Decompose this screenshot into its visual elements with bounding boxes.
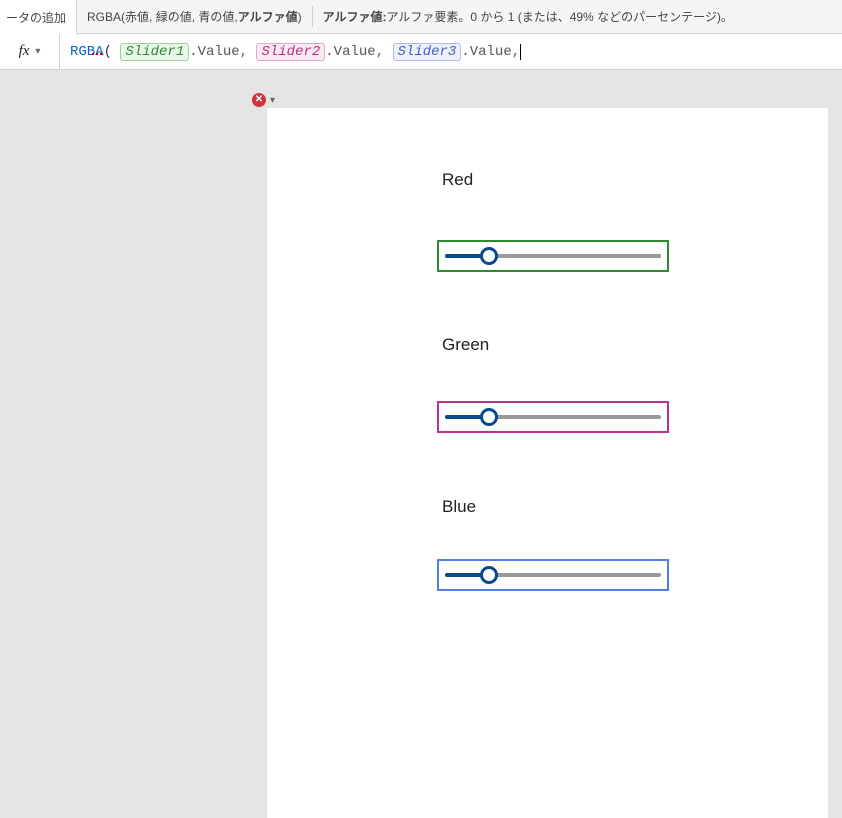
formula-input[interactable]: RGBA( Slider1.Value, Slider2.Value, Slid… (60, 43, 842, 61)
app-canvas[interactable]: Red Green Blue (267, 108, 828, 818)
sig-suffix: ) (298, 10, 302, 24)
fx-button[interactable]: fx ▾ (0, 34, 60, 69)
token-function: RGBA (70, 44, 104, 60)
design-canvas-area: ✕ ▾ Red Green Blue (0, 70, 842, 817)
chevron-down-icon: ▾ (270, 95, 275, 106)
label-blue: Blue (442, 497, 476, 517)
function-signature-bar: ータの追加 RGBA( 赤値, 緑の値, 青の値, アルファ値 ) アルファ値:… (0, 0, 842, 34)
fx-label: fx (19, 43, 30, 60)
text-cursor (520, 44, 521, 60)
error-squiggle (92, 53, 102, 55)
token-prop-2: .Value (325, 44, 375, 60)
param-name: アルファ値: (323, 8, 387, 25)
token-slider3: Slider3 (393, 43, 462, 61)
token-comma-2: , (376, 44, 393, 60)
label-green: Green (442, 335, 489, 355)
token-comma-3: , (512, 44, 520, 60)
slider-thumb[interactable] (480, 566, 498, 584)
sig-args: 赤値, 緑の値, 青の値, (125, 8, 238, 25)
data-add-tab[interactable]: ータの追加 (0, 0, 77, 34)
slider-red[interactable] (437, 240, 669, 272)
token-open: ( (104, 44, 121, 60)
sig-prefix: RGBA( (87, 10, 125, 24)
token-prop-3: .Value (461, 44, 511, 60)
slider-thumb[interactable] (480, 247, 498, 265)
slider-thumb[interactable] (480, 408, 498, 426)
slider-blue[interactable] (437, 559, 669, 591)
chevron-down-icon: ▾ (35, 46, 40, 57)
error-icon: ✕ (252, 93, 266, 107)
token-comma-1: , (240, 44, 257, 60)
label-red: Red (442, 170, 473, 190)
error-indicator[interactable]: ✕ ▾ (252, 93, 275, 107)
token-slider1: Slider1 (120, 43, 189, 61)
token-slider2: Slider2 (256, 43, 325, 61)
slider-green[interactable] (437, 401, 669, 433)
function-signature: RGBA( 赤値, 緑の値, 青の値, アルファ値 ) (77, 0, 312, 33)
token-prop-1: .Value (189, 44, 239, 60)
param-help: アルファ値: アルファ要素。0 から 1 (または、49% などのパーセンテージ… (313, 0, 743, 33)
param-desc: アルファ要素。0 から 1 (または、49% などのパーセンテージ)。 (386, 8, 732, 25)
formula-bar: fx ▾ RGBA( Slider1.Value, Slider2.Value,… (0, 34, 842, 70)
sig-current-arg: アルファ値 (238, 8, 298, 25)
